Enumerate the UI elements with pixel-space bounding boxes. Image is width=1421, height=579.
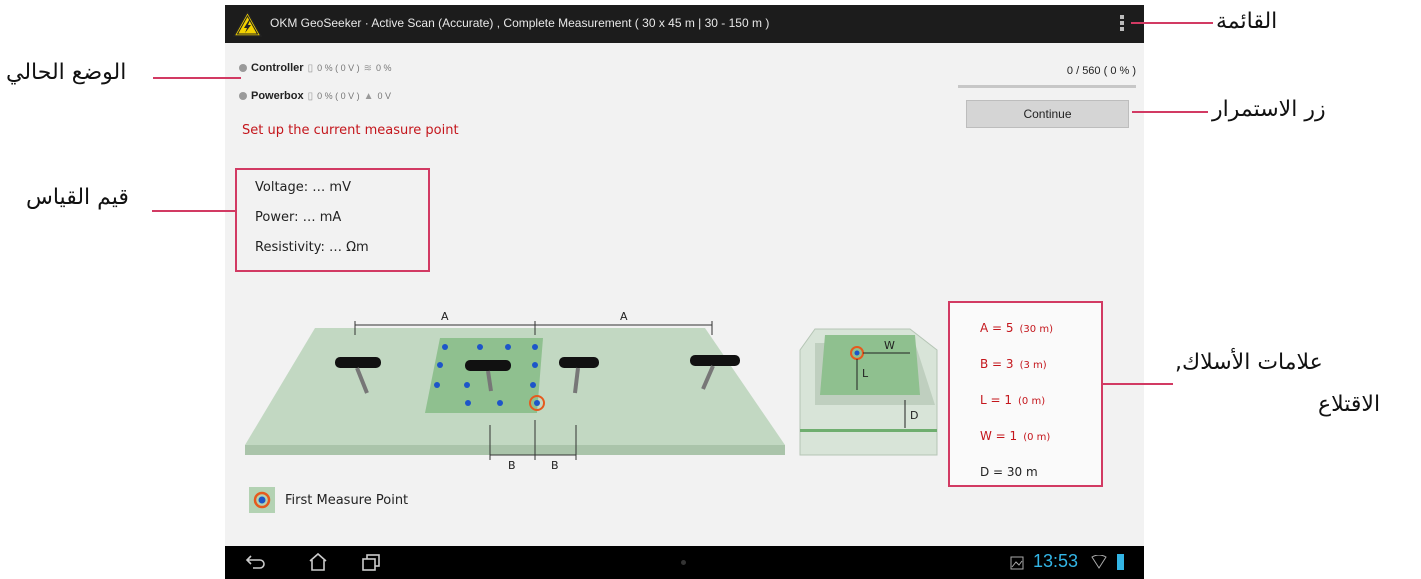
callout-continue: زر الاستمرار bbox=[1212, 97, 1326, 122]
overflow-menu-icon[interactable] bbox=[1115, 14, 1129, 34]
wifi-icon bbox=[1091, 555, 1107, 569]
callout-values: قيم القياس bbox=[26, 185, 129, 210]
param-b: B = 3 (3 m) bbox=[980, 357, 1047, 371]
powerbox-voltage: 0 V bbox=[377, 91, 392, 101]
annotated-screenshot: OKM GeoSeeker · Active Scan (Accurate) ,… bbox=[0, 0, 1421, 579]
first-measure-point-label: First Measure Point bbox=[285, 492, 409, 508]
param-w: W = 1 (0 m) bbox=[980, 429, 1051, 443]
keyboard-dot-icon bbox=[681, 560, 686, 565]
power-value: Power: … mA bbox=[255, 210, 342, 225]
instruction-text: Set up the current measure point bbox=[242, 123, 459, 138]
param-l: L = 1 (0 m) bbox=[980, 393, 1046, 407]
first-measure-point-legend: First Measure Point bbox=[249, 487, 408, 513]
callout-status-line bbox=[153, 77, 241, 79]
screenshot-icon bbox=[1010, 556, 1024, 570]
title-bar: OKM GeoSeeker · Active Scan (Accurate) ,… bbox=[225, 5, 1144, 43]
callout-markers-line bbox=[1103, 383, 1173, 385]
connection-dot-icon bbox=[239, 64, 247, 72]
dimension-a-label: A bbox=[620, 310, 628, 323]
battery-icon bbox=[1117, 554, 1124, 570]
home-icon[interactable] bbox=[307, 552, 329, 572]
controller-label: Controller bbox=[251, 62, 304, 74]
param-d: D = 30 m bbox=[980, 465, 1038, 479]
device-screen: OKM GeoSeeker · Active Scan (Accurate) ,… bbox=[225, 5, 1144, 579]
continue-button[interactable]: Continue bbox=[966, 100, 1129, 128]
dimension-a-label: A bbox=[441, 310, 449, 323]
callout-menu: القائمة bbox=[1216, 9, 1278, 34]
dimension-d-label: D bbox=[910, 409, 918, 422]
warning-icon: ▲ bbox=[363, 90, 374, 102]
param-a: A = 5 (30 m) bbox=[980, 321, 1053, 335]
device-status: Controller ▯ 0 % ( 0 V ) ≋ 0 % Powerbox … bbox=[239, 60, 459, 112]
back-icon[interactable] bbox=[245, 552, 267, 572]
app-title: OKM GeoSeeker · Active Scan (Accurate) ,… bbox=[270, 16, 770, 30]
powerbox-status: Powerbox ▯ 0 % ( 0 V ) ▲ 0 V bbox=[239, 88, 391, 104]
controller-signal: 0 % bbox=[375, 63, 392, 73]
system-nav-bar: 13:53 bbox=[225, 546, 1144, 579]
callout-markers-line2: الاقتلاع bbox=[1318, 392, 1381, 417]
depth-cube bbox=[799, 328, 938, 456]
callout-menu-line bbox=[1131, 22, 1213, 24]
connection-dot-icon bbox=[239, 92, 247, 100]
callout-markers-line1: علامات الأسلاك, bbox=[1175, 350, 1323, 375]
dimension-l-label: L bbox=[862, 367, 869, 380]
clock: 13:53 bbox=[1033, 551, 1079, 571]
powerbox-battery: 0 % ( 0 V ) bbox=[317, 91, 360, 101]
parameter-list: A = 5 (30 m) B = 3 (3 m) L = 1 (0 m) W = 1(… bbox=[948, 301, 1103, 487]
controller-battery: 0 % ( 0 V ) bbox=[317, 63, 360, 73]
voltage-value: Voltage: … mV bbox=[255, 180, 351, 195]
recent-apps-icon[interactable] bbox=[360, 552, 382, 572]
powerbox-label: Powerbox bbox=[251, 90, 304, 102]
warning-logo-icon bbox=[232, 10, 263, 37]
measurement-values: Voltage: … mV Power: … mA Resistivity: …… bbox=[235, 168, 430, 272]
dimension-b-label: B bbox=[551, 459, 559, 472]
battery-icon: ▯ bbox=[307, 90, 314, 102]
controller-status: Controller ▯ 0 % ( 0 V ) ≋ 0 % bbox=[239, 60, 392, 76]
callout-continue-line bbox=[1132, 111, 1208, 113]
electrode-layout-diagram: A A B B W L D bbox=[245, 310, 938, 472]
callout-status: الوضع الحالي bbox=[6, 60, 127, 85]
scan-area bbox=[425, 338, 543, 413]
resistivity-value: Resistivity: … Ωm bbox=[255, 240, 369, 255]
dimension-w-label: W bbox=[884, 339, 895, 352]
wifi-icon: ≋ bbox=[363, 62, 372, 74]
progress-text: 0 / 560 ( 0 % ) bbox=[1066, 65, 1136, 77]
battery-icon: ▯ bbox=[307, 62, 314, 74]
dimension-b-label: B bbox=[508, 459, 516, 472]
callout-values-line bbox=[152, 210, 235, 212]
ground-edge bbox=[245, 445, 785, 455]
progress-bar bbox=[958, 85, 1136, 88]
target-icon bbox=[249, 487, 275, 513]
